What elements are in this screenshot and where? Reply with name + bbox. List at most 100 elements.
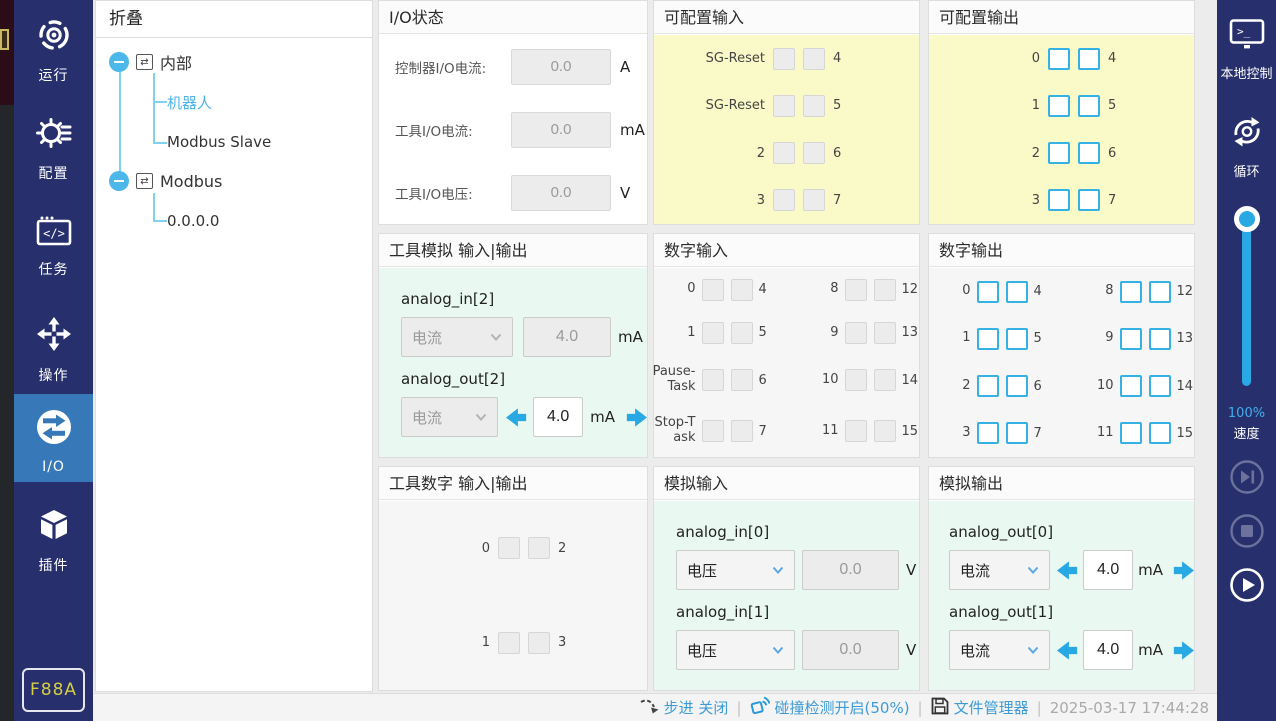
panel-title: 可配置输入: [654, 1, 919, 34]
input-state-checkbox: [731, 322, 753, 344]
step-mode-status[interactable]: 步进 关闭: [639, 697, 729, 718]
tree-collapse-header[interactable]: 折叠: [96, 1, 372, 38]
input-state-checkbox: [773, 48, 795, 70]
output-toggle-checkbox[interactable]: [1006, 281, 1028, 303]
output-toggle-checkbox[interactable]: [1048, 189, 1070, 211]
digital-output-panel: 数字输出 04 812 15 913 26 1014 37 1115: [928, 233, 1195, 458]
output-toggle-checkbox[interactable]: [977, 375, 999, 397]
mode-select[interactable]: 电流: [949, 630, 1050, 670]
decrement-arrow-button[interactable]: [506, 408, 528, 427]
output-toggle-checkbox[interactable]: [1078, 95, 1100, 117]
output-toggle-checkbox[interactable]: [1048, 95, 1070, 117]
output-toggle-checkbox[interactable]: [1048, 142, 1070, 164]
configurable-input-row: SG-Reset 5: [654, 95, 919, 117]
increment-arrow-button[interactable]: [625, 408, 647, 427]
speed-slider-track[interactable]: [1242, 219, 1251, 386]
file-manager-button[interactable]: 文件管理器: [931, 697, 1029, 719]
channel-label: 6: [1108, 146, 1116, 161]
output-toggle-checkbox[interactable]: [1006, 328, 1028, 350]
unit-label: V: [906, 561, 916, 579]
analog-value-field[interactable]: [1083, 630, 1133, 670]
sidebar-item-io[interactable]: I/O: [14, 394, 93, 482]
mode-select[interactable]: 电流: [949, 550, 1050, 590]
local-control-button[interactable]: >_ 本地控制: [1217, 18, 1276, 82]
io-status-unit: mA: [620, 121, 645, 139]
collapse-node-button[interactable]: [109, 171, 129, 191]
tree-node-modbus-slave[interactable]: Modbus Slave: [167, 133, 271, 151]
mode-select[interactable]: 电压: [676, 630, 795, 670]
sidebar-item-operate[interactable]: 操作: [14, 304, 93, 388]
decrement-arrow-button[interactable]: [1057, 561, 1079, 580]
sidebar-item-run[interactable]: 运行: [14, 6, 93, 90]
robot-model-badge[interactable]: F88A: [22, 668, 85, 712]
tree-node-robot[interactable]: 机器人: [167, 92, 212, 113]
tree-node-ip[interactable]: 0.0.0.0: [167, 212, 219, 230]
channel-label: 5: [759, 325, 781, 340]
panel-title: 工具数字 输入|输出: [379, 467, 647, 500]
output-toggle-checkbox[interactable]: [1149, 328, 1171, 350]
chevron-down-icon: [772, 646, 784, 654]
channel-label: 3: [654, 193, 765, 208]
separator: |: [918, 699, 923, 717]
output-toggle-checkbox[interactable]: [977, 281, 999, 303]
output-toggle-checkbox[interactable]: [977, 328, 999, 350]
channel-label: 6: [1034, 379, 1056, 394]
input-state-checkbox: [773, 142, 795, 164]
sidebar-item-task[interactable]: </> 任务: [14, 204, 93, 288]
sidebar-item-plugin[interactable]: 插件: [14, 496, 93, 580]
floppy-disk-icon: [931, 697, 949, 719]
analog-channel-label: analog_out[2]: [401, 370, 647, 388]
output-toggle-checkbox[interactable]: [1149, 281, 1171, 303]
output-toggle-checkbox[interactable]: [1006, 375, 1028, 397]
channel-label: 14: [902, 373, 924, 388]
gear-icon: [36, 116, 72, 154]
io-arrows-icon: [35, 408, 73, 450]
decrement-arrow-button[interactable]: [1057, 641, 1079, 660]
io-status-row: 工具I/O电压: V: [379, 175, 647, 211]
input-state-checkbox: [803, 142, 825, 164]
output-toggle-checkbox[interactable]: [1149, 422, 1171, 444]
play-button[interactable]: [1230, 568, 1264, 602]
channel-label: 3: [925, 426, 971, 441]
output-toggle-checkbox[interactable]: [1078, 142, 1100, 164]
move-arrows-icon: [36, 316, 72, 356]
chevron-down-icon: [1027, 566, 1039, 574]
mode-select[interactable]: 电压: [676, 550, 795, 590]
channel-label: 2: [929, 146, 1040, 161]
analog-value-field[interactable]: [1083, 550, 1133, 590]
digital-input-row: 15 913: [654, 322, 919, 344]
output-toggle-checkbox[interactable]: [977, 422, 999, 444]
speed-slider-handle[interactable]: [1234, 206, 1260, 232]
channel-label: 0: [929, 51, 1040, 66]
output-toggle-checkbox[interactable]: [1078, 48, 1100, 70]
output-toggle-checkbox[interactable]: [1078, 189, 1100, 211]
chevron-down-icon: [490, 333, 502, 341]
output-toggle-checkbox[interactable]: [1048, 48, 1070, 70]
increment-arrow-button[interactable]: [1172, 641, 1194, 660]
sidebar-item-config[interactable]: 配置: [14, 104, 93, 188]
input-state-checkbox: [874, 420, 896, 442]
channel-label: 7: [833, 193, 841, 208]
configurable-output-row: 0 4: [929, 48, 1194, 70]
tree-node-label[interactable]: Modbus: [160, 172, 222, 191]
left-sidebar: 运行 配置: [14, 0, 93, 721]
input-state-checkbox: [773, 95, 795, 117]
increment-arrow-button[interactable]: [1172, 561, 1194, 580]
output-toggle-checkbox[interactable]: [1149, 375, 1171, 397]
configurable-output-row: 3 7: [929, 189, 1194, 211]
output-toggle-checkbox[interactable]: [1120, 422, 1142, 444]
tree-node-label[interactable]: 内部: [160, 50, 192, 74]
input-state-checkbox: [803, 189, 825, 211]
channel-label: 15: [1177, 426, 1199, 441]
sidebar-item-label: 插件: [39, 555, 69, 575]
collapse-node-button[interactable]: [109, 52, 129, 72]
output-toggle-checkbox[interactable]: [1120, 281, 1142, 303]
output-toggle-checkbox[interactable]: [1120, 375, 1142, 397]
output-toggle-checkbox[interactable]: [1120, 328, 1142, 350]
loop-button[interactable]: 循环: [1217, 115, 1276, 180]
analog-value-field[interactable]: [533, 397, 583, 437]
channel-label: SG-Reset: [654, 98, 765, 113]
analog-in-row: 电流 mA: [401, 317, 647, 357]
output-toggle-checkbox[interactable]: [1006, 422, 1028, 444]
collision-detection-status[interactable]: 碰撞检测开启(50%): [750, 696, 910, 719]
